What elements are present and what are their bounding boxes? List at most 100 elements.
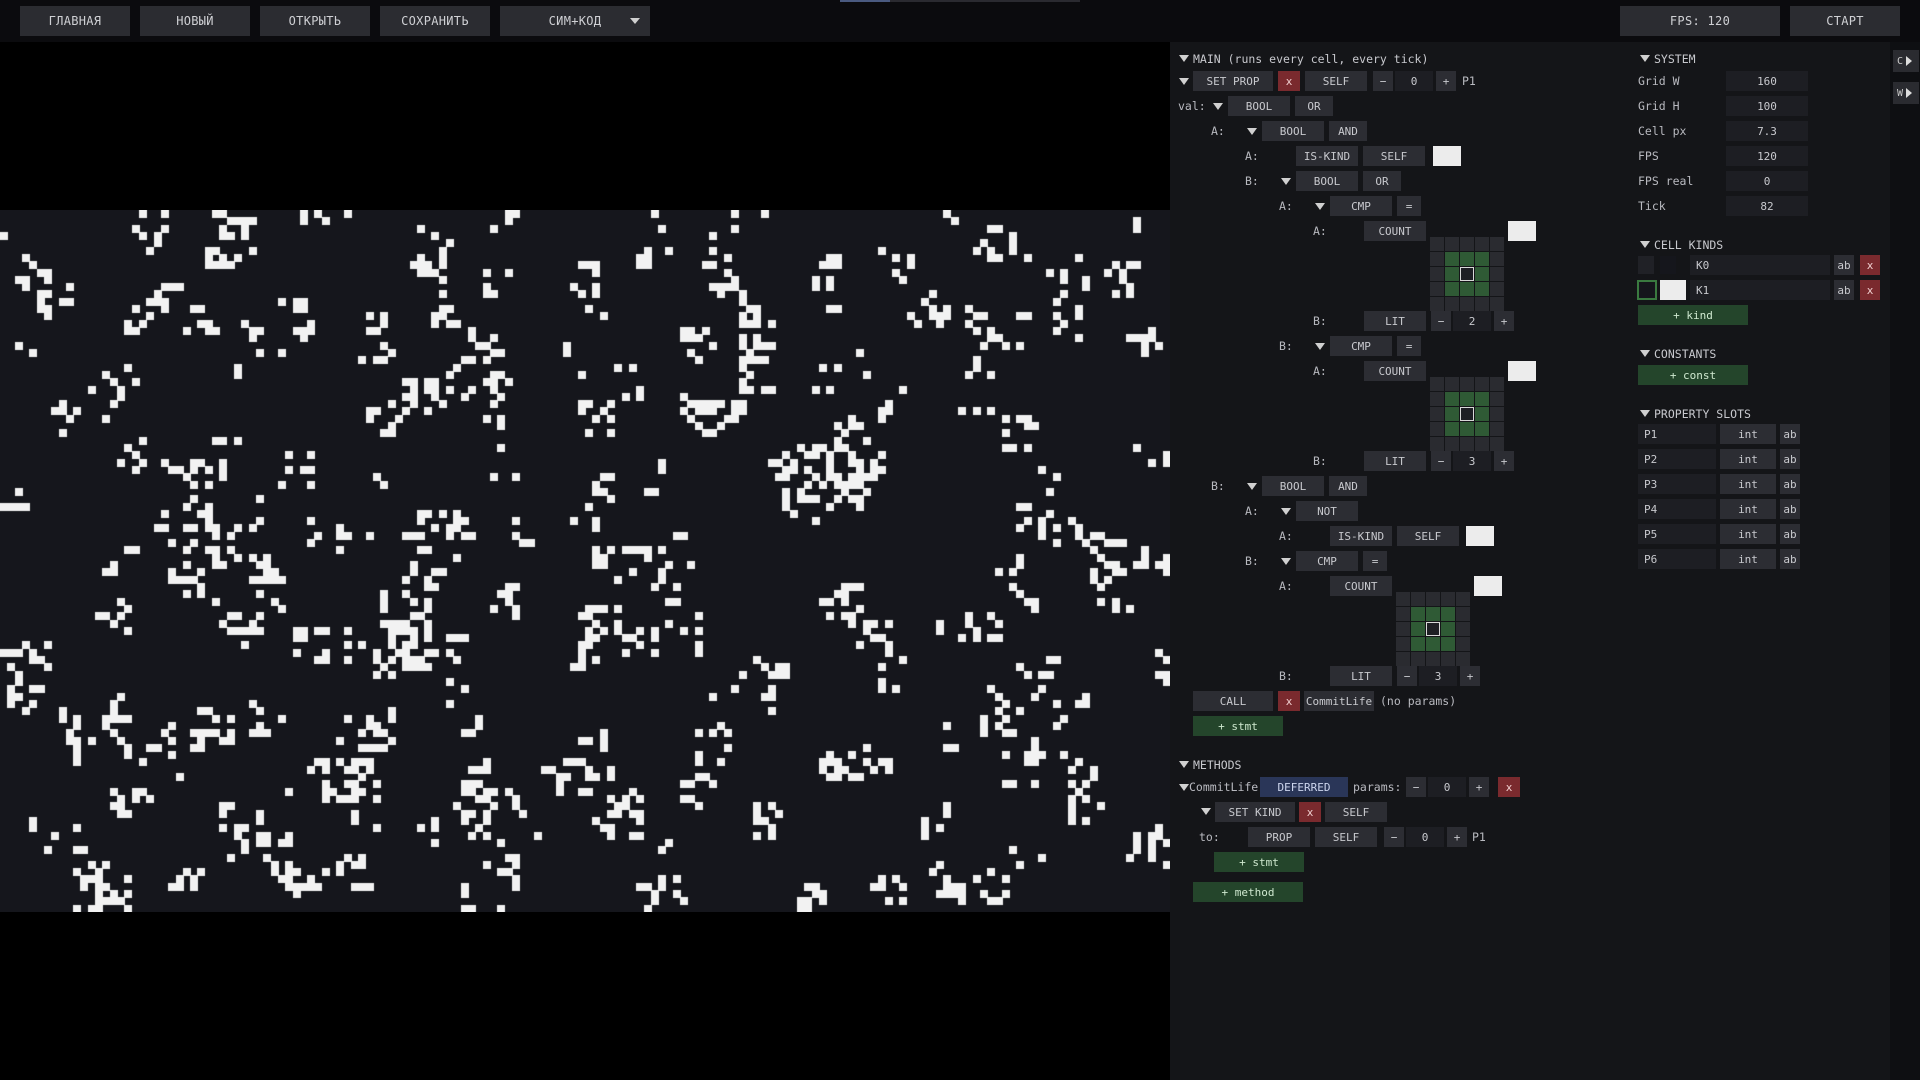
slot-name-field[interactable]: P4 [1638,499,1716,519]
neighborhood-grid[interactable] [1430,237,1504,311]
collapse-icon[interactable] [1315,343,1325,350]
add-kind-button[interactable]: + kind [1638,305,1748,325]
decrement-button[interactable]: − [1397,666,1417,686]
delete-kind-button[interactable]: x [1860,255,1880,275]
fps-field[interactable]: 120 [1726,146,1808,166]
bool-button[interactable]: BOOL [1262,476,1324,496]
increment-button[interactable]: + [1469,777,1489,797]
slot-type-button[interactable]: int [1720,449,1776,469]
slot-name-field[interactable]: P3 [1638,474,1716,494]
increment-button[interactable]: + [1494,311,1514,331]
increment-button[interactable]: + [1460,666,1480,686]
kind-color-swatch[interactable] [1660,256,1676,274]
slot-type-button[interactable]: int [1720,499,1776,519]
side-tab-c[interactable]: C [1893,50,1919,72]
decrement-button[interactable]: − [1431,311,1451,331]
slot-type-button[interactable]: int [1720,474,1776,494]
count-button[interactable]: COUNT [1330,576,1392,596]
not-button[interactable]: NOT [1296,501,1358,521]
count-button[interactable]: COUNT [1364,361,1426,381]
cmp-button[interactable]: CMP [1330,196,1392,216]
kind-select-box[interactable] [1638,256,1654,274]
rename-button[interactable]: ab [1780,499,1800,519]
delete-button[interactable]: x [1278,71,1300,91]
kind-name-field[interactable]: K0 [1690,255,1830,275]
kind-color-swatch[interactable] [1466,526,1494,546]
add-stmt-button[interactable]: + stmt [1193,716,1283,736]
simulation-canvas[interactable] [0,210,1170,912]
collapse-icon[interactable] [1247,483,1257,490]
self-button[interactable]: SELF [1325,802,1387,822]
prop-index-field[interactable]: 0 [1406,827,1444,847]
kind-color-swatch[interactable] [1433,146,1461,166]
collapse-icon[interactable] [1179,78,1189,85]
kind-select-box[interactable] [1637,280,1657,300]
collapse-icon[interactable] [1179,761,1189,768]
increment-button[interactable]: + [1494,451,1514,471]
collapse-icon[interactable] [1640,241,1650,248]
home-button[interactable]: ГЛАВНАЯ [20,6,130,36]
collapse-icon[interactable] [1640,55,1650,62]
cmp-button[interactable]: CMP [1330,336,1392,356]
eq-button[interactable]: = [1397,196,1421,216]
collapse-icon[interactable] [1281,178,1291,185]
is-kind-button[interactable]: IS-KIND [1296,146,1358,166]
self-button[interactable]: SELF [1315,827,1377,847]
collapse-icon[interactable] [1213,103,1223,110]
delete-kind-button[interactable]: x [1860,280,1880,300]
view-mode-dropdown[interactable]: СИМ+КОД [500,6,650,36]
slot-name-field[interactable]: P2 [1638,449,1716,469]
decrement-button[interactable]: − [1373,71,1393,91]
delete-method-button[interactable]: x [1498,777,1520,797]
rename-button[interactable]: ab [1834,255,1854,275]
count-button[interactable]: COUNT [1364,221,1426,241]
lit-value-field[interactable]: 3 [1453,451,1491,471]
add-stmt-button[interactable]: + stmt [1214,852,1304,872]
collapse-icon[interactable] [1640,410,1650,417]
collapse-icon[interactable] [1281,508,1291,515]
set-kind-button[interactable]: SET KIND [1215,802,1295,822]
prop-button[interactable]: PROP [1248,827,1310,847]
rename-button[interactable]: ab [1780,474,1800,494]
grid-h-field[interactable]: 100 [1726,96,1808,116]
self-button[interactable]: SELF [1363,146,1425,166]
set-prop-button[interactable]: SET PROP [1193,71,1273,91]
collapse-icon[interactable] [1640,350,1650,357]
and-button[interactable]: AND [1329,121,1367,141]
decrement-button[interactable]: − [1431,451,1451,471]
eq-button[interactable]: = [1397,336,1421,356]
collapse-icon[interactable] [1179,55,1189,62]
bool-button[interactable]: BOOL [1228,96,1290,116]
cmp-button[interactable]: CMP [1296,551,1358,571]
decrement-button[interactable]: − [1406,777,1426,797]
rename-button[interactable]: ab [1780,549,1800,569]
self-button[interactable]: SELF [1305,71,1367,91]
lit-value-field[interactable]: 2 [1453,311,1491,331]
decrement-button[interactable]: − [1384,827,1404,847]
eq-button[interactable]: = [1363,551,1387,571]
collapse-icon[interactable] [1247,128,1257,135]
rename-button[interactable]: ab [1780,449,1800,469]
add-const-button[interactable]: + const [1638,365,1748,385]
lit-button[interactable]: LIT [1364,451,1426,471]
collapse-icon[interactable] [1179,784,1189,791]
slot-name-field[interactable]: P5 [1638,524,1716,544]
collapse-icon[interactable] [1201,808,1211,815]
increment-button[interactable]: + [1436,71,1456,91]
kind-color-swatch[interactable] [1474,576,1502,596]
lit-value-field[interactable]: 3 [1419,666,1457,686]
rename-button[interactable]: ab [1780,424,1800,444]
delete-button[interactable]: x [1299,802,1321,822]
start-button[interactable]: СТАРТ [1790,6,1900,36]
bool-button[interactable]: BOOL [1262,121,1324,141]
new-button[interactable]: НОВЫЙ [140,6,250,36]
slot-type-button[interactable]: int [1720,524,1776,544]
rename-button[interactable]: ab [1834,280,1854,300]
bool-button[interactable]: BOOL [1296,171,1358,191]
open-button[interactable]: ОТКРЫТЬ [260,6,370,36]
collapse-icon[interactable] [1315,203,1325,210]
simulation-grid[interactable] [0,210,1170,912]
add-method-button[interactable]: + method [1193,882,1303,902]
increment-button[interactable]: + [1447,827,1467,847]
or-button[interactable]: OR [1295,96,1333,116]
